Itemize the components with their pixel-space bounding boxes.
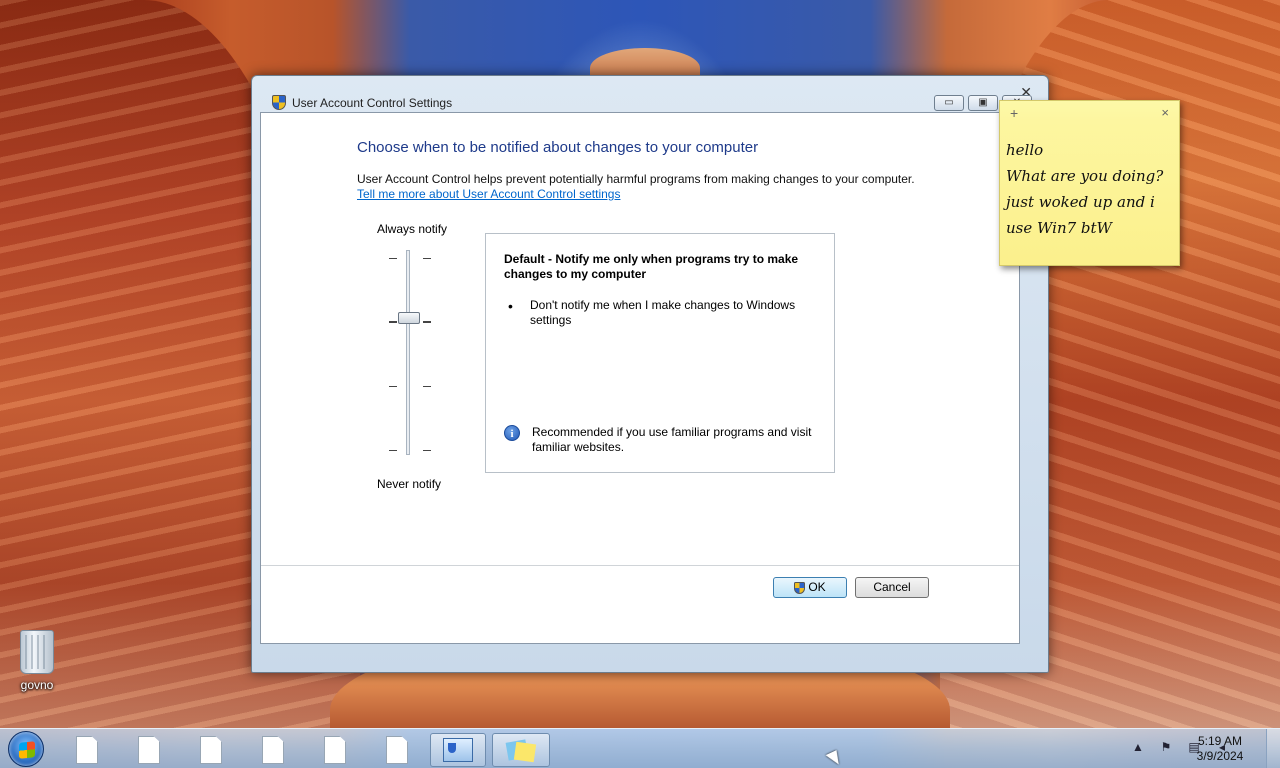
show-hidden-icons-icon[interactable]: ▲ — [1130, 739, 1146, 755]
uac-shield-icon — [272, 95, 286, 110]
slider-tick — [423, 321, 431, 323]
sticky-note[interactable]: + × hello What are you doing? just woked… — [999, 100, 1180, 266]
level-title: Default - Notify me only when programs t… — [504, 252, 799, 281]
note-line: What are you doing? — [1006, 167, 1164, 185]
taskbar-pinned-item[interactable] — [122, 733, 176, 767]
ok-button-label: OK — [808, 580, 826, 594]
window-titlebar: User Account Control Settings — [272, 95, 452, 110]
recycle-bin-desktop-icon[interactable]: govno — [14, 630, 60, 692]
document-icon — [138, 736, 160, 764]
add-note-button[interactable]: + — [1010, 105, 1018, 121]
info-icon: i — [504, 425, 520, 441]
recommendation-text: Recommended if you use familiar programs… — [532, 425, 812, 454]
uac-shield-icon — [794, 581, 806, 594]
ok-button[interactable]: OK — [773, 577, 847, 598]
recycle-bin-label: govno — [20, 678, 54, 692]
document-icon — [76, 736, 98, 764]
action-center-icon[interactable]: ⚑ — [1158, 739, 1174, 755]
slider-tick — [423, 386, 431, 387]
footer-divider — [261, 565, 1019, 566]
slider-tick — [389, 321, 397, 323]
start-button[interactable] — [8, 731, 44, 767]
delete-note-button[interactable]: × — [1161, 105, 1169, 120]
page-description: User Account Control helps prevent poten… — [357, 172, 915, 186]
window-content: Choose when to be notified about changes… — [260, 112, 1020, 644]
uac-settings-icon — [443, 738, 473, 762]
sticky-notes-icon — [505, 739, 537, 761]
taskbar-pinned-item[interactable] — [370, 733, 424, 767]
window-title: User Account Control Settings — [292, 95, 453, 110]
sticky-note-text[interactable]: hello What are you doing? just woked up … — [1006, 137, 1176, 241]
slider-tick — [423, 450, 431, 451]
slider-tick — [389, 258, 397, 259]
document-icon — [200, 736, 222, 764]
show-desktop-button[interactable] — [1266, 729, 1280, 768]
windows-logo-icon — [19, 741, 35, 759]
page-heading: Choose when to be notified about changes… — [357, 139, 759, 156]
minimize-button[interactable]: ▭ — [934, 95, 964, 111]
taskbar-pinned-item[interactable] — [60, 733, 114, 767]
uac-settings-window: ✕ User Account Control Settings ▭ ▣ ✕ Ch… — [251, 75, 1049, 673]
level-description-panel: Default - Notify me only when programs t… — [485, 233, 835, 473]
recycle-bin-icon — [20, 630, 54, 674]
help-link[interactable]: Tell me more about User Account Control … — [357, 187, 620, 201]
note-line: just woked up and i — [1006, 193, 1155, 211]
clock[interactable]: 5:19 AM 3/9/2024 — [1190, 734, 1250, 764]
taskbar-uac-settings[interactable] — [430, 733, 486, 767]
document-icon — [324, 736, 346, 764]
taskbar: ▲ ⚑ ▤ ◂ 5:19 AM 3/9/2024 — [0, 728, 1280, 768]
bullet-icon: • — [508, 298, 513, 314]
document-icon — [386, 736, 408, 764]
document-icon — [262, 736, 284, 764]
taskbar-pinned-item[interactable] — [246, 733, 300, 767]
slider-bottom-label: Never notify — [377, 477, 442, 491]
slider-tick — [389, 450, 397, 451]
notification-slider-thumb[interactable] — [398, 312, 420, 324]
cancel-button[interactable]: Cancel — [855, 577, 929, 598]
clock-date: 3/9/2024 — [1196, 749, 1244, 763]
maximize-button[interactable]: ▣ — [968, 95, 998, 111]
note-line: use Win7 btW — [1006, 219, 1112, 237]
clock-time: 5:19 AM — [1197, 734, 1243, 748]
notification-slider-track[interactable] — [406, 250, 410, 455]
level-bullet-text: Don't notify me when I make changes to W… — [530, 298, 796, 327]
taskbar-pinned-item[interactable] — [308, 733, 362, 767]
slider-tick — [423, 258, 431, 259]
slider-top-label: Always notify — [377, 222, 448, 236]
taskbar-sticky-notes[interactable] — [492, 733, 550, 767]
slider-tick — [389, 386, 397, 387]
note-line: hello — [1006, 141, 1044, 159]
taskbar-pinned-item[interactable] — [184, 733, 238, 767]
